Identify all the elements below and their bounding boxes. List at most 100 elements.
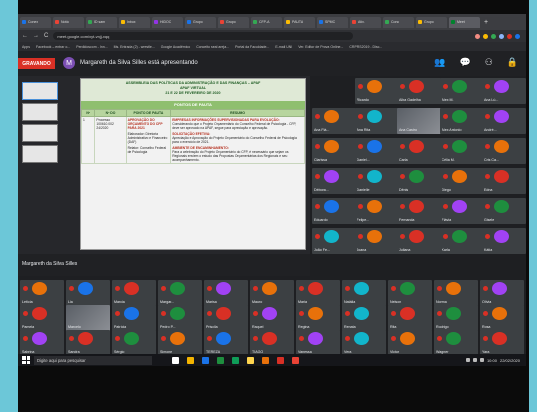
participant-tile[interactable]: Alba Gadelha [397, 78, 441, 104]
participant-tile[interactable]: Rodrigo [434, 305, 478, 331]
taskbar-app-icon[interactable] [187, 356, 194, 364]
browser-tab[interactable]: Inbox [119, 16, 150, 28]
participant-tile[interactable]: Alex M. [439, 78, 484, 104]
browser-tab[interactable]: Meet [449, 16, 480, 28]
participant-tile[interactable]: Nelson [388, 280, 432, 306]
reload-icon[interactable]: C [44, 33, 48, 39]
bookmark-item[interactable]: Apps [22, 45, 30, 49]
bookmark-item[interactable]: Google Acadêmico [161, 45, 190, 49]
participant-tile[interactable]: Simone [158, 330, 202, 356]
participant-tile[interactable]: Rosa [480, 305, 524, 331]
participant-tile[interactable]: Joana [354, 228, 399, 254]
participant-tile[interactable]: Sabrina [20, 330, 64, 356]
participant-tile[interactable]: Ana Castro [397, 108, 441, 134]
participant-tile[interactable]: Letícia [20, 280, 64, 306]
taskbar-app-icon[interactable] [172, 356, 179, 364]
participant-tile[interactable]: Marcelo [66, 305, 110, 331]
taskbar-app-icon[interactable] [232, 356, 239, 364]
participant-tile[interactable]: Edna [482, 168, 526, 194]
extension-icon[interactable] [499, 33, 504, 39]
participant-tile[interactable]: Victor [388, 330, 432, 356]
bookmark-item[interactable]: Perdidoscom - Inn... [76, 45, 107, 49]
taskbar-app-icon[interactable] [262, 356, 269, 364]
taskbar-app-icon[interactable] [247, 356, 254, 364]
participant-tile[interactable]: Fernanda [397, 198, 441, 224]
slide-thumbnail[interactable] [22, 145, 58, 163]
browser-tab[interactable]: Grupo [218, 16, 249, 28]
participant-tile[interactable]: Kátia [482, 228, 526, 254]
bookmark-item[interactable]: Portal da Faculdade... [235, 45, 269, 49]
bookmark-item[interactable]: CRPRS2019 - Disc... [349, 45, 382, 49]
extension-icon[interactable] [475, 33, 480, 39]
participant-tile[interactable]: TIAGO [250, 330, 294, 356]
participant-tile[interactable]: Vanessa [296, 330, 340, 356]
participant-tile[interactable]: Maria [296, 280, 340, 306]
participant-tile[interactable]: Eduardo [312, 198, 356, 224]
browser-tab[interactable]: Notíc [53, 16, 84, 28]
participant-tile[interactable]: Raquel [250, 305, 294, 331]
participant-tile[interactable]: Vera [342, 330, 386, 356]
slide-thumbnail[interactable] [22, 82, 58, 100]
participant-tile[interactable]: Cris Ca... [482, 138, 526, 164]
taskbar-search-input[interactable]: Digite aqui para pesquisar [34, 355, 152, 365]
participant-tile[interactable]: Ana Rita [354, 108, 399, 134]
browser-tab[interactable]: PAUTA [284, 16, 315, 28]
participant-tile[interactable]: Margar... [158, 280, 202, 306]
participant-tile[interactable]: Gisele [482, 198, 526, 224]
bookmark-item[interactable]: Conceito seal areja... [196, 45, 229, 49]
extension-icon[interactable] [483, 33, 488, 39]
taskbar-app-icon[interactable] [202, 356, 209, 364]
participant-tile[interactable]: Olívia [480, 280, 524, 306]
lock-icon[interactable]: 🔒 [507, 57, 518, 68]
taskbar-app-icon[interactable] [217, 356, 224, 364]
participant-tile[interactable]: Priscila [204, 305, 248, 331]
participant-tile[interactable]: Marisa [204, 280, 248, 306]
participant-tile[interactable]: Flávia [439, 198, 484, 224]
participant-tile[interactable]: Natália [342, 280, 386, 306]
browser-tab[interactable]: HIDOC [152, 16, 183, 28]
tray-icon[interactable] [479, 358, 484, 362]
browser-tab[interactable]: Grupo [185, 16, 216, 28]
participant-tile[interactable]: Diego [439, 168, 484, 194]
participant-tile[interactable]: Carla [397, 138, 441, 164]
participant-tile[interactable]: Yara [480, 330, 524, 356]
participant-tile[interactable]: Renata [342, 305, 386, 331]
browser-tab[interactable]: Conc [383, 16, 414, 28]
taskbar-app-icon[interactable] [292, 356, 299, 364]
participant-tile[interactable]: Danielle [354, 168, 399, 194]
participant-tile[interactable]: Alex Antonio [439, 108, 484, 134]
participant-tile[interactable]: Célia M. [439, 138, 484, 164]
participant-tile[interactable]: Pedro P... [158, 305, 202, 331]
activities-icon[interactable]: ⚇ [485, 57, 493, 68]
windows-start-icon[interactable] [22, 356, 30, 364]
new-tab-button[interactable]: + [484, 19, 488, 26]
participant-tile[interactable]: Débora... [312, 168, 356, 194]
extension-icon[interactable] [507, 33, 512, 39]
slide-thumbnail[interactable] [22, 124, 58, 142]
browser-tab[interactable]: ID sam [86, 16, 117, 28]
participant-tile[interactable]: Juliana [397, 228, 441, 254]
url-field[interactable]: meet.google.com/xyt-vnjj-xqq [53, 32, 354, 40]
participant-tile[interactable]: Wagner [434, 330, 478, 356]
browser-tab[interactable]: Ativ. [350, 16, 381, 28]
browser-tab[interactable]: Grupo [416, 16, 447, 28]
bookmark-item[interactable]: E-mail UNI [275, 45, 292, 49]
bookmark-item[interactable]: Ver. Editor de Prova Online... [298, 45, 343, 49]
participant-tile[interactable]: Felipe... [354, 198, 399, 224]
participant-tile[interactable]: Clarissa [312, 138, 356, 164]
participant-tile[interactable]: Ana Lú... [482, 78, 526, 104]
taskbar-app-icon[interactable] [277, 356, 284, 364]
participant-tile[interactable]: Ricardo [354, 78, 399, 104]
participant-tile[interactable]: João Fe... [312, 228, 356, 254]
participant-tile[interactable]: Daniel... [354, 138, 399, 164]
bookmark-item[interactable]: Facebook – entrar o... [36, 45, 70, 49]
forward-arrow-icon[interactable]: → [33, 33, 39, 39]
browser-tab[interactable]: CFP-A [251, 16, 282, 28]
participant-tile[interactable]: Dênis [397, 168, 441, 194]
back-arrow-icon[interactable]: ← [22, 33, 28, 39]
tray-icon[interactable] [472, 358, 477, 362]
browser-tab[interactable]: Conex [20, 16, 51, 28]
chat-icon[interactable]: 💬 [459, 57, 470, 68]
participant-tile[interactable]: Karla [439, 228, 484, 254]
slide-thumbnail[interactable] [22, 103, 58, 121]
